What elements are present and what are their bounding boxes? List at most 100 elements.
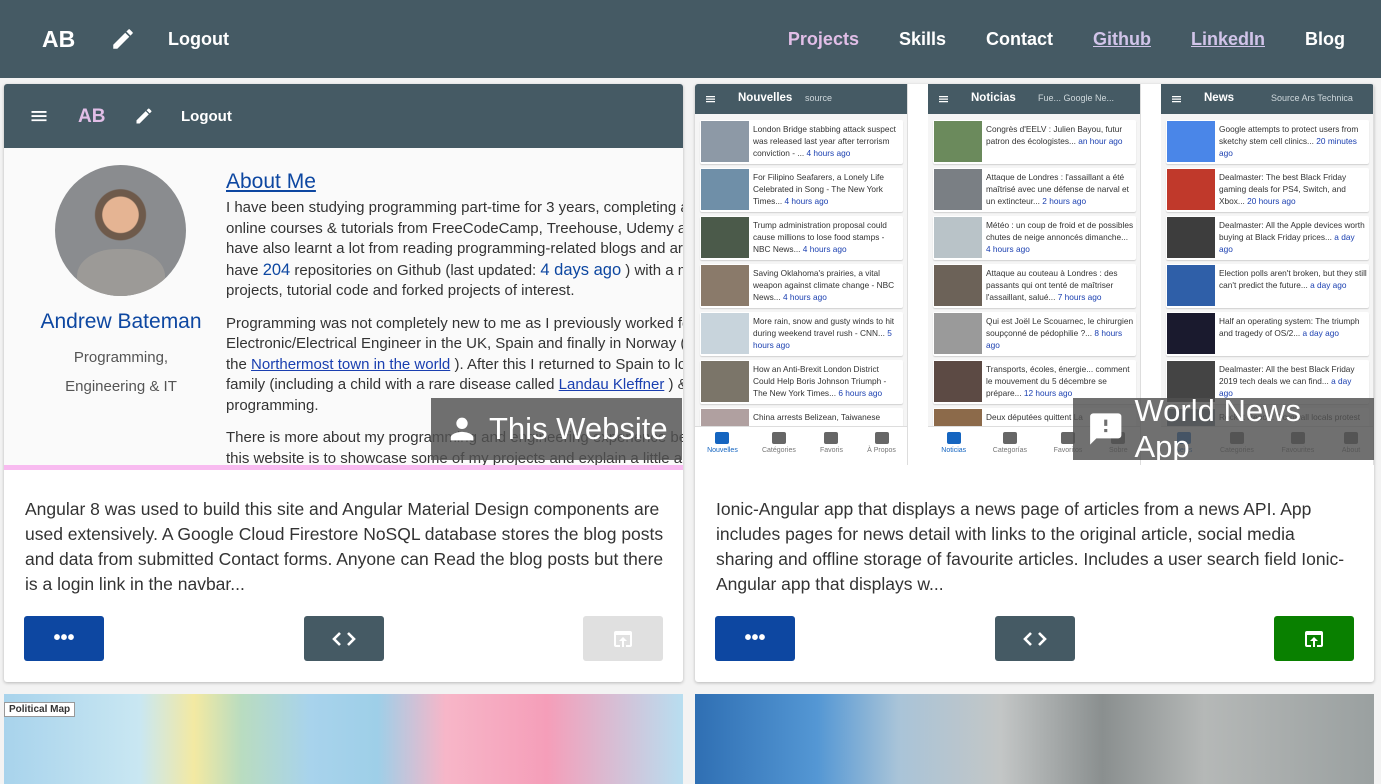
news-list: London Bridge stabbing attack suspect wa… — [700, 120, 903, 456]
news-thumbnail — [934, 121, 982, 162]
news-time: 7 hours ago — [1057, 292, 1102, 302]
news-thumbnail — [1167, 265, 1215, 306]
person-icon — [450, 417, 474, 441]
project-description: Ionic-Angular app that displays a news p… — [716, 499, 1345, 594]
nav-link-blog[interactable]: Blog — [1305, 29, 1345, 50]
preview-brand: AB — [78, 106, 106, 127]
news-time: 4 hours ago — [986, 244, 1030, 254]
image-divider — [695, 465, 1374, 470]
project-card-this-website: AB Logout Andrew Bateman Programming, En… — [4, 84, 683, 682]
news-text: Election polls aren't broken, but they s… — [1219, 267, 1367, 305]
news-time: a day ago — [1310, 280, 1347, 290]
menu-icon — [939, 96, 948, 103]
source-code-button[interactable] — [995, 616, 1075, 661]
edit-icon — [136, 108, 152, 124]
northermost-town-link: Northermost town in the world — [251, 355, 451, 373]
phone-source-select: Fue... Google Ne... — [1038, 93, 1115, 103]
more-info-button[interactable]: ••• — [24, 616, 104, 661]
about-line: ) & co — [668, 376, 683, 393]
news-item: Dealmaster: The best Black Friday gaming… — [1166, 168, 1369, 212]
news-item: Trump administration proposal could caus… — [700, 216, 903, 260]
open-app-button[interactable] — [583, 616, 663, 661]
top-navbar: AB Logout Projects Skills Contact Github… — [0, 0, 1381, 78]
news-item: Google attempts to protect users from sk… — [1166, 120, 1369, 164]
project-title: World News App — [1134, 393, 1302, 464]
news-item: Météo : un coup de froid et de possibles… — [933, 216, 1136, 260]
phone-toolbar: Noticias Fue... Google Ne... — [928, 84, 1140, 114]
open-in-browser-icon — [614, 630, 632, 647]
project-card-engineering[interactable] — [695, 694, 1374, 784]
news-text: London Bridge stabbing attack suspect wa… — [753, 123, 901, 161]
tab-icon — [771, 432, 786, 444]
tab-icon — [946, 432, 961, 444]
menu-icon — [706, 96, 715, 103]
nav-link-projects[interactable]: Projects — [788, 29, 859, 50]
news-headline: China arrests Belizean, Taiwanese — [753, 412, 881, 422]
project-card-world-map[interactable]: Political Map — [4, 694, 683, 784]
logout-link[interactable]: Logout — [168, 29, 229, 50]
about-line: the — [226, 355, 252, 373]
about-line: Electronic/Electrical Engineer in the UK… — [226, 335, 683, 352]
phone-preview: Nouvelles source London Bridge stabbing at… — [695, 84, 908, 465]
news-thumbnail — [701, 169, 749, 210]
landau-kleffner-link: Landau Kleffner — [558, 376, 665, 393]
news-text: Attaque de Londres : l'assaillant a été … — [986, 171, 1134, 209]
phone-source-select: Source Ars Technica — [1271, 93, 1353, 103]
phone-tab: Favoris — [820, 427, 843, 465]
news-item: Attaque de Londres : l'assaillant a été … — [933, 168, 1136, 212]
about-line: repositories on Github (last updated: — [290, 261, 541, 279]
phone-toolbar: News Source Ars Technica — [1161, 84, 1373, 114]
news-thumbnail — [701, 313, 749, 354]
phone-tab-label: Nouvelles — [707, 447, 738, 454]
news-time: 20 hours ago — [1247, 196, 1296, 206]
news-time: 4 hours ago — [806, 148, 851, 158]
source-code-button[interactable] — [304, 616, 384, 661]
news-text: Trump administration proposal could caus… — [753, 219, 901, 257]
news-text: Attaque au couteau à Londres : des passa… — [986, 267, 1134, 305]
news-time: 4 hours ago — [802, 244, 847, 254]
project-screenshot[interactable]: AB Logout Andrew Bateman Programming, En… — [4, 84, 683, 470]
phone-tab: Noticias — [941, 427, 966, 465]
phone-toolbar: Nouvelles source — [695, 84, 907, 114]
nav-link-skills[interactable]: Skills — [899, 29, 946, 50]
phone-title: Nouvelles — [738, 92, 793, 104]
news-item: For Filipino Seafarers, a Lonely Life Ce… — [700, 168, 903, 212]
news-text: More rain, snow and gusty winds to hit d… — [753, 315, 901, 353]
project-card-world-news-app: Nouvelles source London Bridge stabbing at… — [695, 84, 1374, 682]
code-icon — [332, 631, 356, 646]
open-app-button[interactable] — [1274, 616, 1354, 661]
more-info-button[interactable]: ••• — [715, 616, 795, 661]
news-time: 4 hours ago — [784, 196, 829, 206]
card-actions: ••• — [24, 616, 664, 662]
about-line: ). After this I returned to Spain to loo… — [450, 355, 683, 373]
news-time: 12 hours ago — [1023, 388, 1073, 398]
project-title-overlay: World News App — [1073, 393, 1374, 464]
news-item: Half an operating system: The triumph an… — [1166, 312, 1369, 356]
news-time: 6 hours ago — [838, 388, 883, 398]
news-item: Election polls aren't broken, but they s… — [1166, 264, 1369, 308]
phone-tab: Catégories — [762, 427, 796, 465]
profile-subtitle-line-2: Engineering & IT — [65, 378, 177, 395]
edit-icon[interactable] — [110, 26, 136, 52]
news-text: How an Anti-Brexit London District Could… — [753, 363, 901, 401]
news-thumbnail — [1167, 217, 1215, 258]
news-thumbnail — [701, 217, 749, 258]
last-updated: 4 days ago — [540, 260, 622, 279]
preview-navbar: AB Logout — [4, 84, 683, 148]
phone-source-select: source — [805, 93, 833, 103]
image-divider — [4, 465, 683, 470]
about-line: have — [226, 261, 263, 279]
news-item: London Bridge stabbing attack suspect wa… — [700, 120, 903, 164]
project-description: Angular 8 was used to build this site an… — [25, 499, 664, 594]
nav-link-github[interactable]: Github — [1093, 29, 1151, 50]
news-time: 2 hours ago — [1042, 196, 1087, 206]
news-item: Dealmaster: All the Apple devices worth … — [1166, 216, 1369, 260]
card-actions: ••• — [715, 616, 1355, 662]
news-thumbnail — [1167, 313, 1215, 354]
preview-logout: Logout — [181, 108, 232, 125]
brand-logo[interactable]: AB — [42, 26, 75, 53]
map-label: Political Map — [4, 702, 76, 717]
nav-link-contact[interactable]: Contact — [986, 29, 1053, 50]
nav-link-linkedin[interactable]: LinkedIn — [1191, 29, 1265, 50]
project-screenshot[interactable]: Nouvelles source London Bridge stabbing at… — [695, 84, 1374, 470]
